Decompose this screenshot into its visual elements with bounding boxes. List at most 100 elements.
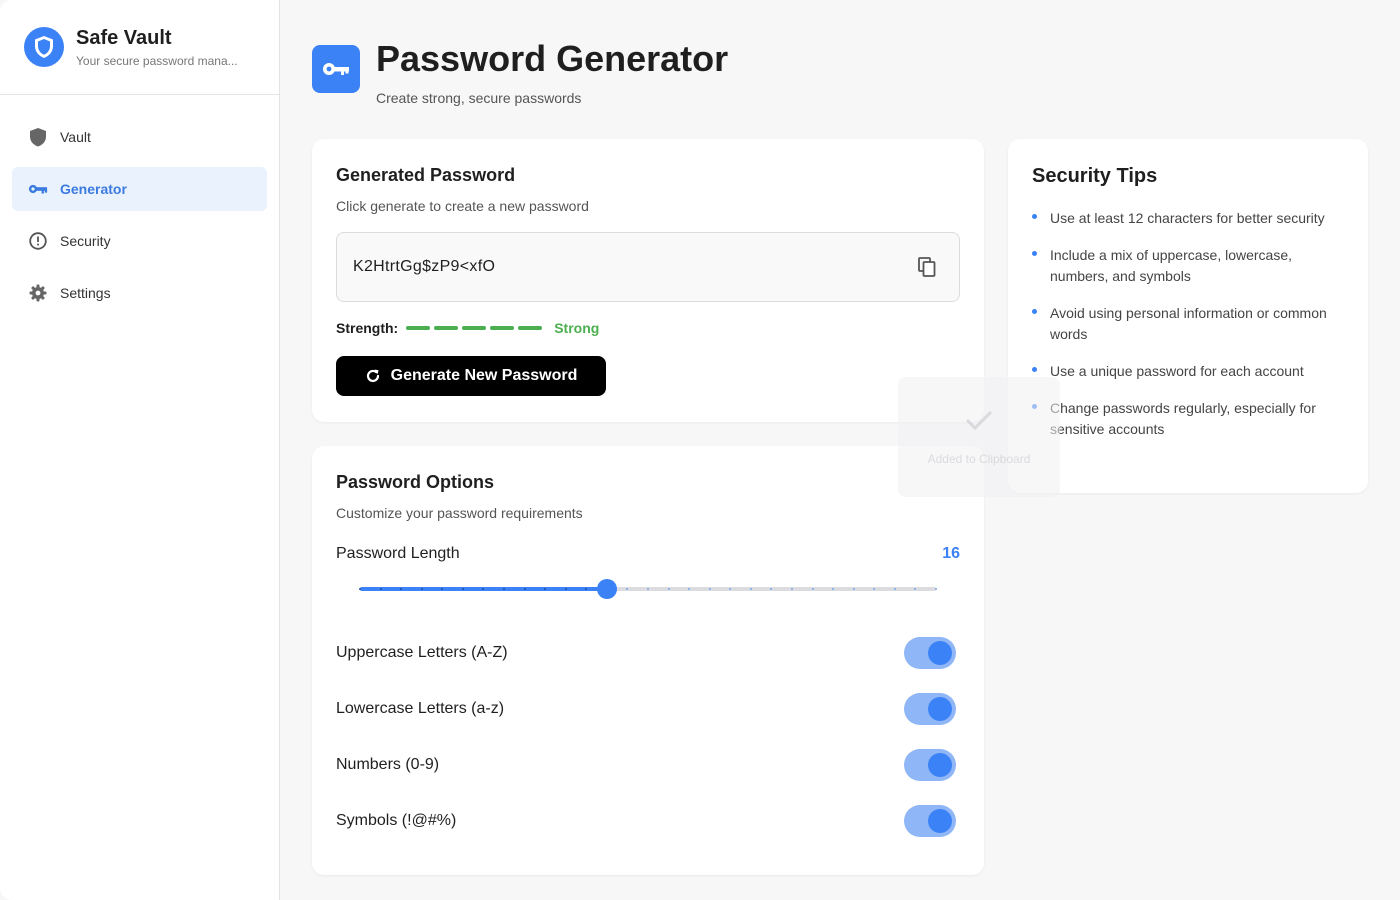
sidebar: Safe Vault Your secure password mana... … [0,0,280,900]
toggle-knob [928,809,952,833]
tip-text: Use a unique password for each account [1050,363,1304,379]
toggle-label: Uppercase Letters (A-Z) [336,644,508,661]
list-item: Use at least 12 characters for better se… [1032,208,1344,229]
sidebar-item-settings[interactable]: Settings [12,271,267,315]
slider-tick [523,588,526,590]
app-subtitle: Your secure password mana... [76,54,238,68]
card-subtitle: Customize your password requirements [336,505,583,521]
strength-bar [462,326,487,330]
length-value: 16 [942,545,960,562]
sidebar-item-generator[interactable]: Generator [12,167,267,211]
bullet-icon [1032,367,1037,372]
bullet-icon [1032,309,1037,314]
strength-bar [434,326,459,330]
uppercase-toggle[interactable] [904,637,956,669]
lowercase-toggle[interactable] [904,693,956,725]
card-title: Password Options [336,472,495,492]
tip-text: Change passwords regularly, especially f… [1050,400,1316,437]
page-header: Password Generator Create strong, secure… [312,38,728,106]
numbers-toggle[interactable] [904,749,956,781]
security-tips-card: Security Tips Use at least 12 characters… [1008,139,1368,493]
slider-tick [564,588,567,590]
copy-icon[interactable] [915,255,939,279]
sidebar-item-label: Security [60,233,111,249]
slider-tick [935,588,937,590]
slider-tick [667,588,670,590]
check-icon [963,408,995,432]
toggle-label: Symbols (!@#%) [336,812,457,829]
sidebar-nav: Vault Generator Security Settings [0,95,279,315]
page-title: Password Generator [376,38,729,79]
shield-logo-icon [24,27,64,67]
strength-bar [490,326,515,330]
slider-tick [791,588,793,590]
page-subtitle: Create strong, secure passwords [376,90,582,106]
sidebar-item-label: Generator [60,181,127,197]
strength-value: Strong [554,320,600,336]
tip-text: Avoid using personal information or comm… [1050,305,1327,342]
toggle-label: Numbers (0-9) [336,756,440,773]
tips-title: Security Tips [1032,165,1158,187]
slider-tick [811,588,814,590]
slider-tick [708,588,711,590]
password-display[interactable]: K2HtrtGg$zP9<xfO [336,232,960,302]
sidebar-item-vault[interactable]: Vault [12,115,267,159]
clipboard-toast: Added to Clipboard [898,377,1060,497]
list-item: Use a unique password for each account [1032,361,1344,382]
symbols-toggle[interactable] [904,805,956,837]
slider-tick [852,588,855,590]
strength-label: Strength: [336,320,399,336]
slider-tick [379,588,382,590]
gear-icon [28,283,48,303]
shield-icon [28,127,48,147]
toggle-knob [928,753,952,777]
toggle-knob [928,641,952,665]
toast-message: Added to Clipboard [927,452,1031,466]
toggle-row-lowercase: Lowercase Letters (a-z) [336,681,960,737]
strength-bar [406,326,431,330]
app-title: Safe Vault [76,27,172,49]
key-icon [28,179,48,199]
toggle-row-symbols: Symbols (!@#%) [336,793,960,849]
sidebar-item-label: Vault [60,129,91,145]
slider-tick [420,588,423,590]
toggle-knob [928,697,952,721]
card-subtitle: Click generate to create a new password [336,198,589,214]
slider-tick [893,588,896,590]
tip-text: Use at least 12 characters for better se… [1050,210,1325,226]
length-slider[interactable] [359,579,937,599]
tips-list: Use at least 12 characters for better se… [1032,208,1344,440]
length-row: Password Length 16 [336,545,960,563]
card-title: Generated Password [336,165,516,185]
strength-bar [518,326,543,330]
sidebar-item-label: Settings [60,285,111,301]
list-item: Change passwords regularly, especially f… [1032,398,1344,440]
brand: Safe Vault Your secure password mana... [0,0,279,95]
generated-password-card: Generated Password Click generate to cre… [312,139,984,422]
sidebar-item-security[interactable]: Security [12,219,267,263]
toggle-row-uppercase: Uppercase Letters (A-Z) [336,625,960,681]
password-text[interactable]: K2HtrtGg$zP9<xfO [353,258,495,276]
slider-tick [503,588,505,590]
slider-thumb[interactable] [596,579,617,599]
slider-tick [359,588,361,590]
slider-tick [749,588,752,590]
refresh-icon [365,368,381,384]
strength-meter: Strength: Strong [336,320,960,336]
bullet-icon [1032,251,1037,256]
app-window: Safe Vault Your secure password mana... … [0,0,1400,900]
list-item: Include a mix of uppercase, lowercase, n… [1032,245,1344,287]
option-toggles: Uppercase Letters (A-Z) Lowercase Letter… [336,625,960,849]
toggle-label: Lowercase Letters (a-z) [336,700,505,717]
list-item: Avoid using personal information or comm… [1032,303,1344,345]
alert-circle-icon [28,231,48,251]
slider-tick [647,588,649,590]
bullet-icon [1032,214,1037,219]
generate-password-button[interactable]: Generate New Password [336,356,606,396]
password-options-card: Password Options Customize your password… [312,446,984,875]
main-content: Password Generator Create strong, secure… [280,0,1400,900]
generate-button-label: Generate New Password [390,367,578,384]
key-icon [312,45,360,93]
length-label: Password Length [336,545,460,562]
slider-tick [461,588,464,590]
